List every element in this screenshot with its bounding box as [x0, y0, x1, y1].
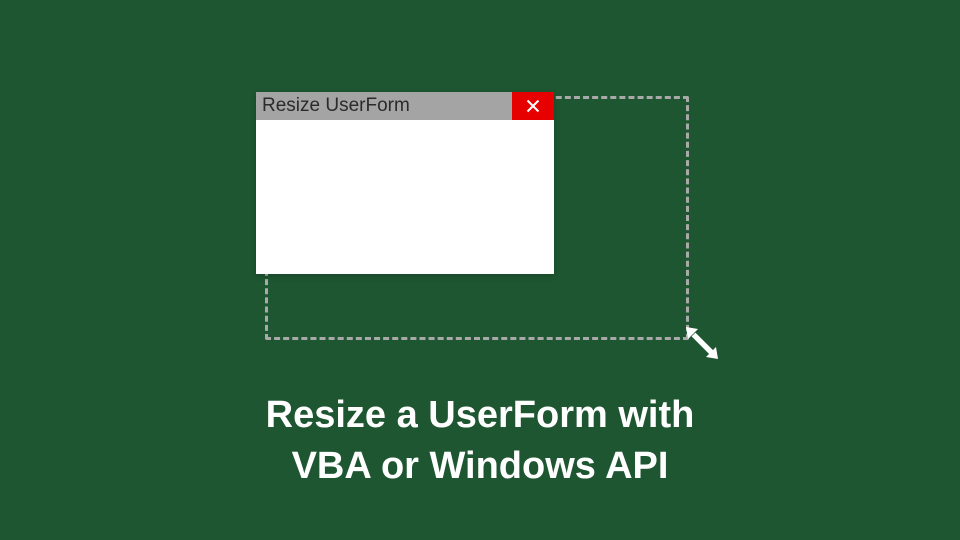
userform-titlebar[interactable]: Resize UserForm — [256, 92, 554, 120]
close-icon — [526, 99, 540, 113]
userform-title: Resize UserForm — [256, 92, 416, 120]
userform-body — [256, 120, 554, 274]
illustration-stage: Resize UserForm — [256, 92, 706, 354]
close-button[interactable] — [512, 92, 554, 120]
caption-line-2: VBA or Windows API — [0, 441, 960, 492]
caption-line-1: Resize a UserForm with — [0, 390, 960, 441]
userform-window: Resize UserForm — [256, 92, 554, 274]
caption-text: Resize a UserForm with VBA or Windows AP… — [0, 390, 960, 493]
resize-cursor-icon — [684, 325, 720, 361]
